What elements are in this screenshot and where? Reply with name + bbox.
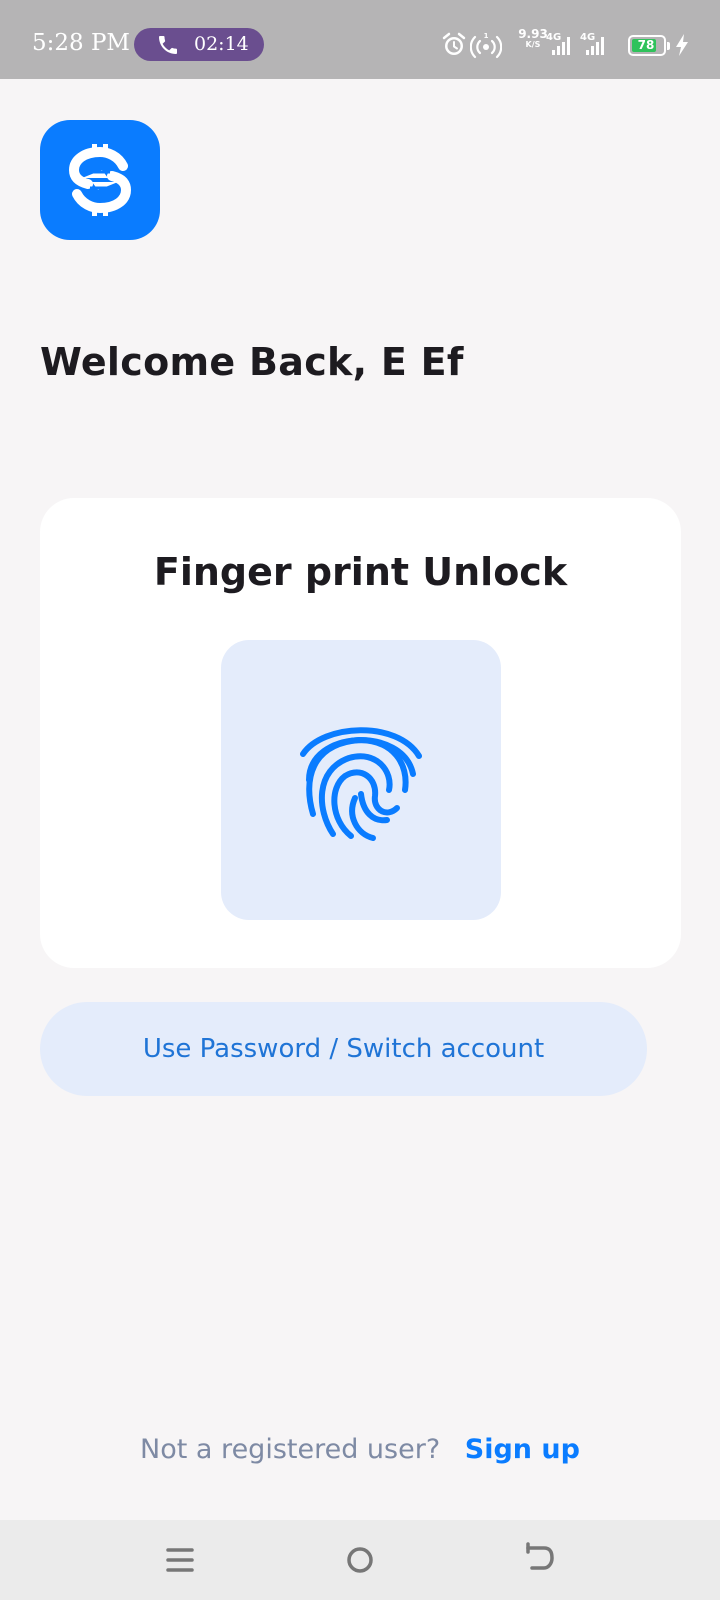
alarm-icon (442, 32, 466, 55)
fingerprint-icon (300, 727, 422, 841)
signal-icon (552, 37, 570, 55)
network-speed: 9.93 K/S (516, 28, 550, 49)
hotspot-icon: 1 (470, 32, 502, 59)
call-duration: 02:14 (194, 33, 249, 55)
status-icons: 1 9.93 K/S 4G 4G 78 (442, 28, 700, 62)
fingerprint-card-title: Finger print Unlock (153, 550, 568, 594)
home-icon[interactable] (338, 1538, 382, 1582)
currency-exchange-icon (68, 144, 132, 216)
charging-icon (676, 34, 688, 56)
signup-prompt: Not a registered user? (140, 1434, 441, 1465)
signup-link[interactable]: Sign up (465, 1434, 580, 1465)
fingerprint-button[interactable] (221, 640, 501, 920)
signal-icon (586, 37, 604, 55)
battery-level: 78 (637, 38, 655, 52)
system-nav-bar (0, 1520, 720, 1600)
phone-icon (159, 36, 177, 54)
battery-tip (667, 42, 670, 50)
use-password-switch-account-button[interactable]: Use Password / Switch account (40, 1002, 647, 1096)
back-icon[interactable] (518, 1538, 562, 1582)
status-time: 5:28 PM (32, 30, 130, 56)
battery-icon: 78 (628, 35, 670, 56)
network-speed-value: 9.93 (518, 27, 548, 41)
status-bar: 5:28 PM 02:14 1 9.93 K/S 4G 4G 78 (0, 0, 720, 79)
ongoing-call-pill[interactable]: 02:14 (134, 28, 264, 61)
svg-text:1: 1 (484, 32, 489, 40)
welcome-title: Welcome Back, E Ef (40, 340, 464, 384)
network-speed-unit: K/S (525, 40, 541, 49)
app-logo (40, 120, 160, 240)
signup-row: Not a registered user? Sign up (0, 1434, 720, 1465)
menu-icon[interactable] (158, 1538, 202, 1582)
fingerprint-card: Finger print Unlock (40, 498, 681, 968)
